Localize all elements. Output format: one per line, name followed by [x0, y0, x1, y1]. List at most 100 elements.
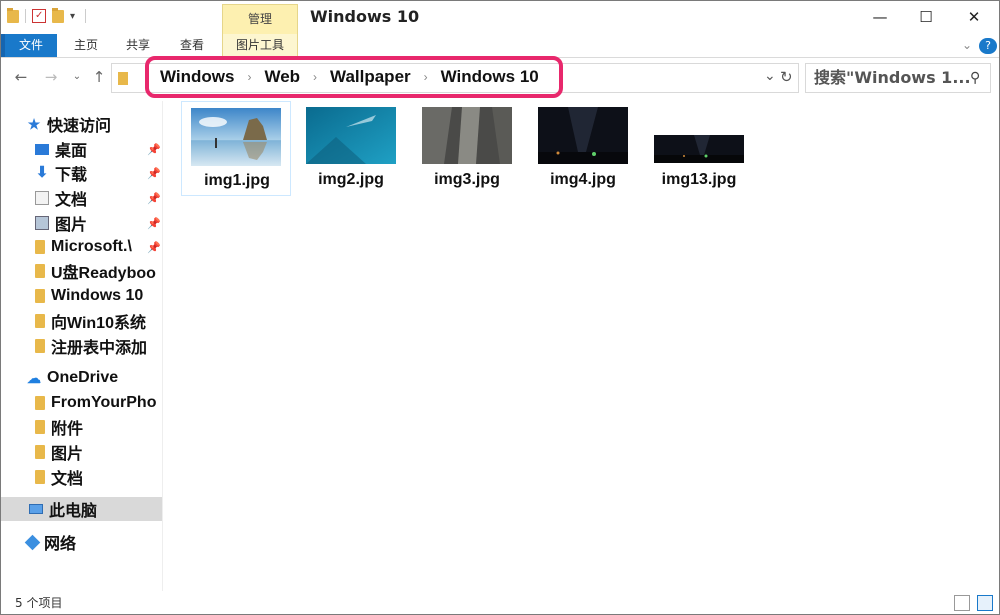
folder-icon	[35, 396, 45, 410]
customize-toolbar-icon[interactable]: ▾	[70, 11, 75, 22]
file-item-img4[interactable]: img4.jpg	[528, 101, 638, 196]
file-name: img2.jpg	[318, 171, 384, 188]
thumbnail-rock-icon	[422, 107, 512, 164]
folder-icon	[118, 72, 128, 85]
breadcrumb-windows-10[interactable]: Windows 10	[438, 67, 542, 87]
sidebar-item-label: 注册表中添加	[51, 340, 148, 357]
star-icon: ★	[27, 116, 41, 132]
manage-context-tab[interactable]: 管理	[222, 4, 298, 34]
folder-icon	[35, 289, 45, 303]
folder-icon[interactable]	[7, 7, 19, 23]
desktop-icon	[35, 143, 49, 155]
sidebar-item-label: OneDrive	[47, 369, 119, 386]
cloud-icon: ☁	[27, 370, 41, 386]
sidebar-item-label: 文档	[55, 192, 88, 209]
sidebar-item-desktop[interactable]: 桌面 📌	[35, 137, 162, 161]
recent-locations-icon[interactable]: ⌄	[65, 65, 89, 89]
file-item-img13[interactable]: img13.jpg	[644, 101, 754, 196]
thumbnail-beach-icon	[191, 108, 281, 166]
quick-access-toolbar: ✓ ▾	[7, 7, 87, 23]
pin-icon[interactable]: 📌	[147, 217, 161, 230]
sidebar-item-label: 网络	[44, 536, 77, 553]
sidebar-item-windows-10[interactable]: Windows 10	[35, 284, 162, 308]
computer-icon	[29, 504, 43, 514]
maximize-button[interactable]: ☐	[903, 1, 949, 34]
tab-home[interactable]: 主页	[65, 34, 107, 57]
navigation-pane: ★ 快速访问 桌面 📌 ⬇ 下载 📌 文档 📌 图片 📌 Microsoft.\…	[1, 101, 163, 591]
sidebar-item-label: 图片	[51, 446, 84, 463]
sidebar-item-readyboost[interactable]: U盘Readyboo	[35, 259, 162, 283]
properties-icon[interactable]: ✓	[32, 9, 46, 23]
pin-icon[interactable]: 📌	[147, 167, 161, 180]
sidebar-item-this-pc[interactable]: 此电脑	[1, 497, 162, 521]
refresh-icon[interactable]: ↻	[780, 68, 793, 86]
breadcrumb-windows[interactable]: Windows	[157, 67, 237, 87]
address-dropdown-icon[interactable]: ⌄	[764, 68, 776, 84]
file-item-img1[interactable]: img1.jpg	[181, 101, 291, 196]
folder-icon	[35, 339, 45, 353]
breadcrumb-wallpaper[interactable]: Wallpaper	[327, 67, 414, 87]
minimize-button[interactable]: —	[857, 1, 903, 34]
file-name: img13.jpg	[661, 171, 737, 188]
sidebar-item-documents[interactable]: 文档 📌	[35, 186, 162, 210]
divider	[85, 9, 87, 23]
sidebar-item-pictures[interactable]: 图片 📌	[35, 211, 162, 235]
expand-ribbon-icon[interactable]: ⌄	[957, 34, 977, 57]
sidebar-item-od-pictures[interactable]: 图片	[35, 440, 162, 464]
forward-arrow-icon[interactable]: →	[39, 65, 63, 89]
sidebar-item-win10-system[interactable]: 向Win10系统	[35, 309, 162, 333]
sidebar-item-label: 向Win10系统	[51, 315, 146, 332]
sidebar-item-microsoft[interactable]: Microsoft.\ 📌	[35, 235, 162, 259]
sidebar-item-fromyourphone[interactable]: FromYourPho	[35, 391, 162, 415]
sidebar-item-network[interactable]: 网络	[24, 530, 162, 554]
up-arrow-icon[interactable]: ↑	[87, 65, 111, 89]
back-arrow-icon[interactable]: ←	[9, 65, 33, 89]
title-bar: ✓ ▾ 管理 Windows 10 — ☐ ✕	[1, 1, 999, 34]
sidebar-item-label: 文档	[51, 471, 84, 488]
tab-picture-tools[interactable]: 图片工具	[222, 34, 298, 57]
tab-view[interactable]: 查看	[171, 34, 213, 57]
tab-file[interactable]: 文件	[1, 34, 57, 57]
sidebar-item-onedrive[interactable]: ☁ OneDrive	[27, 366, 162, 390]
sidebar-item-label: FromYourPho	[51, 394, 157, 411]
window-title: Windows 10	[310, 7, 420, 26]
close-button[interactable]: ✕	[951, 1, 997, 34]
help-icon[interactable]: ?	[979, 38, 997, 54]
details-view-icon[interactable]	[954, 595, 970, 611]
sidebar-item-label: Microsoft.\	[51, 238, 132, 255]
folder-icon	[35, 470, 45, 484]
sidebar-item-quick-access[interactable]: ★ 快速访问	[27, 112, 162, 136]
pin-icon[interactable]: 📌	[147, 241, 161, 254]
new-folder-icon[interactable]	[52, 7, 64, 23]
chevron-right-icon[interactable]: ›	[414, 70, 438, 84]
sidebar-item-registry[interactable]: 注册表中添加	[35, 334, 162, 358]
file-item-img3[interactable]: img3.jpg	[412, 101, 522, 196]
tab-share[interactable]: 共享	[117, 34, 159, 57]
ribbon-tabs: 文件 主页 共享 查看 图片工具 ⌄ ?	[1, 34, 999, 58]
sidebar-item-downloads[interactable]: ⬇ 下载 📌	[35, 161, 162, 185]
folder-icon	[35, 445, 45, 459]
sidebar-item-label: 附件	[51, 421, 84, 438]
file-name: img3.jpg	[434, 171, 500, 188]
chevron-right-icon[interactable]: ›	[303, 70, 327, 84]
file-view: img1.jpg img2.jpg img3.jpg img4.jpg img1…	[164, 101, 999, 591]
breadcrumb-web[interactable]: Web	[261, 67, 303, 87]
search-input[interactable]: 搜索"Windows 1...	[805, 63, 991, 93]
sidebar-item-label: 图片	[55, 217, 88, 234]
pin-icon[interactable]: 📌	[147, 192, 161, 205]
download-icon: ⬇	[35, 164, 49, 181]
sidebar-item-label: 下载	[55, 167, 88, 184]
sidebar-item-label: U盘Readyboo	[51, 265, 156, 282]
large-icons-view-icon[interactable]	[977, 595, 993, 611]
file-name: img4.jpg	[550, 171, 616, 188]
file-item-img2[interactable]: img2.jpg	[296, 101, 406, 196]
breadcrumb: Windows › Web › Wallpaper › Windows 10	[157, 65, 542, 89]
search-icon[interactable]: ⚲	[970, 63, 990, 93]
divider	[25, 9, 26, 23]
sidebar-item-od-documents[interactable]: 文档	[35, 465, 162, 489]
chevron-right-icon[interactable]: ›	[237, 70, 261, 84]
sidebar-item-attachments[interactable]: 附件	[35, 415, 162, 439]
pin-icon[interactable]: 📌	[147, 143, 161, 156]
network-icon	[24, 534, 41, 550]
sidebar-item-label: 快速访问	[47, 118, 112, 135]
